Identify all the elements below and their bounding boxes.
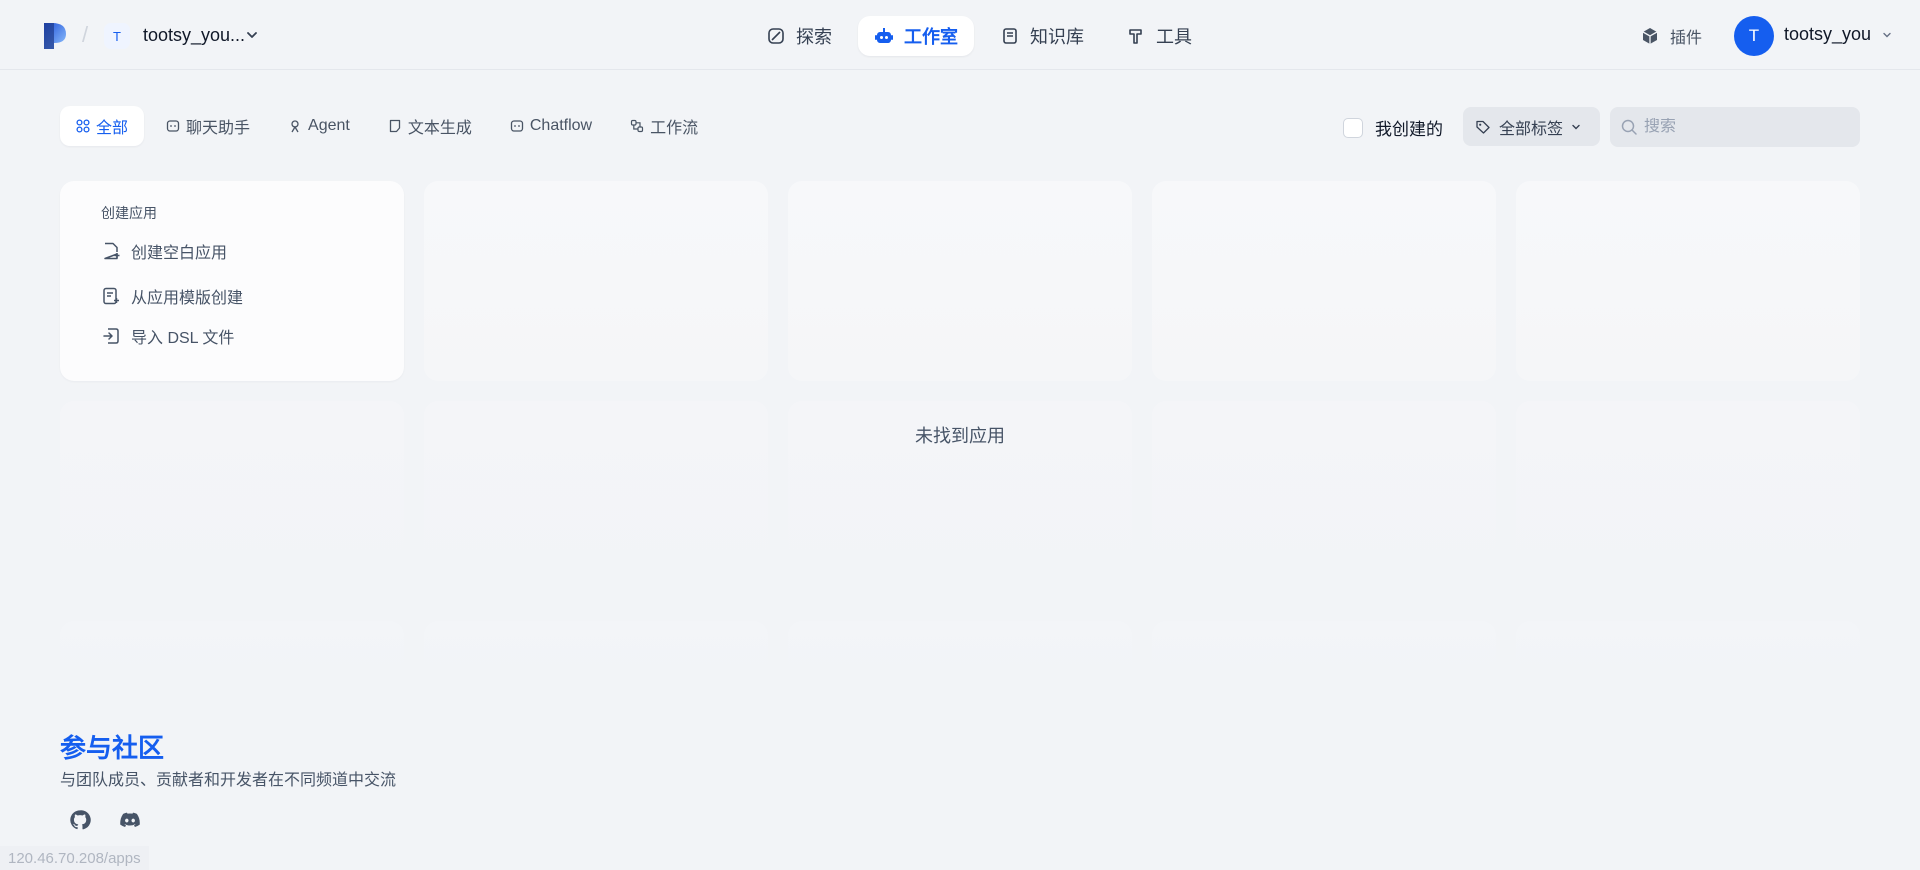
created-by-me-label: 我创建的	[1375, 120, 1443, 139]
app-card-placeholder	[424, 621, 768, 681]
robot-icon	[875, 28, 893, 43]
tab-agent[interactable]: Agent	[272, 106, 366, 146]
discord-icon	[120, 812, 140, 827]
github-link[interactable]	[60, 806, 100, 834]
nav-explore-label: 探索	[796, 27, 832, 47]
nav-tools[interactable]: 工具	[1110, 16, 1208, 56]
create-from-template-button[interactable]: 从应用模版创建	[101, 284, 243, 308]
tab-text-generation[interactable]: 文本生成	[372, 106, 488, 146]
create-blank-app-label: 创建空白应用	[131, 245, 228, 262]
plugins-label: 插件	[1670, 30, 1703, 47]
nav-explore[interactable]: 探索	[750, 16, 848, 56]
status-url: 120.46.70.208/apps	[0, 846, 149, 870]
template-icon	[103, 287, 119, 305]
tab-all-label: 全部	[96, 120, 129, 137]
search-icon	[1621, 119, 1637, 135]
hammer-icon	[1129, 29, 1142, 44]
grid-icon	[76, 119, 90, 133]
dify-logo-icon[interactable]	[42, 21, 68, 51]
no-apps-message: 未找到应用	[915, 426, 1005, 446]
app-card-placeholder	[424, 181, 768, 381]
user-name[interactable]: tootsy_you	[1784, 24, 1871, 45]
import-icon	[103, 328, 119, 344]
workspace-avatar: T	[104, 23, 130, 49]
search-box	[1610, 107, 1860, 147]
chevron-down-icon[interactable]	[246, 29, 258, 41]
tab-chat-assistant-label: 聊天助手	[186, 120, 251, 137]
agent-icon	[291, 120, 299, 133]
import-dsl-label: 导入 DSL 文件	[131, 330, 235, 347]
create-from-template-label: 从应用模版创建	[131, 290, 244, 307]
nav-studio-label: 工作室	[904, 27, 958, 47]
file-plus-icon	[104, 242, 120, 260]
app-card-placeholder	[1516, 181, 1860, 381]
created-by-me-filter[interactable]: 我创建的	[1343, 115, 1443, 140]
app-card-placeholder	[1152, 621, 1496, 681]
github-icon	[70, 810, 91, 830]
community-subtitle: 与团队成员、贡献者和开发者在不同频道中交流	[60, 772, 397, 789]
tab-text-generation-label: 文本生成	[407, 120, 472, 137]
app-type-tabs: 全部 聊天助手 Agent 文本生成 Chatflow 工作流	[60, 106, 720, 146]
created-by-me-checkbox[interactable]	[1343, 117, 1363, 138]
tab-agent-label: Agent	[308, 117, 350, 134]
nav-studio[interactable]: 工作室	[858, 16, 974, 56]
workspace-name[interactable]: tootsy_you...	[143, 25, 245, 46]
app-card-placeholder	[788, 181, 1132, 381]
cube-icon	[1642, 28, 1658, 44]
app-card-placeholder	[1152, 401, 1496, 601]
tag-filter-dropdown[interactable]: 全部标签	[1463, 107, 1600, 146]
tab-all[interactable]: 全部	[60, 106, 145, 146]
tab-workflow-label: 工作流	[650, 120, 699, 137]
tag-icon	[1476, 120, 1490, 134]
nav-knowledge[interactable]: 知识库	[984, 16, 1100, 56]
tab-workflow[interactable]: 工作流	[614, 106, 714, 146]
nav-knowledge-label: 知识库	[1030, 27, 1084, 47]
app-card-placeholder	[424, 401, 768, 601]
app-card-placeholder	[1516, 401, 1860, 601]
community-title: 参与社区	[60, 733, 165, 763]
create-app-card: 创建应用 创建空白应用 从应用模版创建 导入 DSL 文件	[60, 181, 404, 381]
app-card-placeholder	[1516, 621, 1860, 681]
plugins-button[interactable]: 插件	[1640, 24, 1702, 48]
app-card-placeholder	[1152, 181, 1496, 381]
book-icon	[1003, 28, 1017, 44]
workflow-icon	[631, 119, 644, 133]
tab-chatflow-label: Chatflow	[529, 117, 593, 134]
app-card-placeholder	[60, 401, 404, 601]
discord-link[interactable]	[110, 806, 150, 834]
nav-tools-label: 工具	[1156, 27, 1192, 47]
tag-filter-label: 全部标签	[1499, 120, 1564, 138]
top-header: / T tootsy_you... 探索 工作室 知识库 工具 插件 T too…	[0, 0, 1920, 70]
app-card-placeholder	[60, 621, 404, 681]
document-icon	[389, 119, 400, 133]
create-blank-app-button[interactable]: 创建空白应用	[101, 239, 227, 263]
tab-chat-assistant[interactable]: 聊天助手	[150, 106, 266, 146]
chatflow-icon	[510, 120, 524, 132]
tab-chatflow[interactable]: Chatflow	[494, 106, 608, 146]
chat-icon	[166, 120, 180, 132]
app-card-placeholder	[788, 621, 1132, 681]
chevron-down-icon[interactable]	[1882, 30, 1892, 40]
breadcrumb-separator: /	[82, 22, 89, 47]
user-avatar[interactable]: T	[1734, 16, 1774, 56]
import-dsl-button[interactable]: 导入 DSL 文件	[101, 324, 234, 348]
chevron-down-icon	[1572, 124, 1580, 129]
main-nav: 探索 工作室 知识库 工具	[750, 16, 1208, 56]
search-input[interactable]	[1644, 118, 1844, 136]
create-app-title: 创建应用	[101, 205, 157, 221]
compass-icon	[768, 28, 784, 44]
